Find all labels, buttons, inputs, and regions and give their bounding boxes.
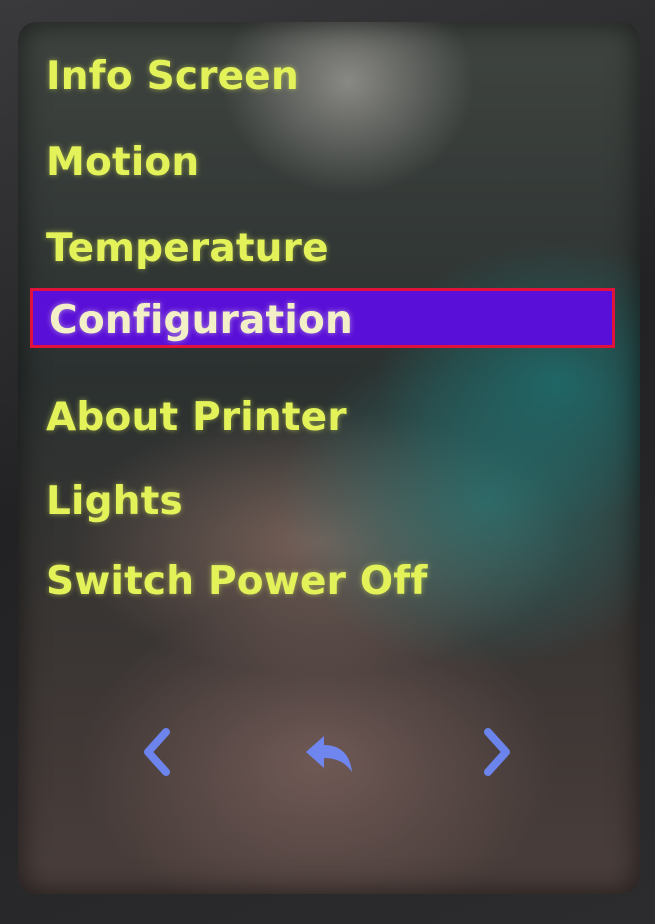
chevron-right-icon	[484, 728, 510, 776]
previous-page-button[interactable]	[128, 722, 188, 782]
device-bezel: Info Screen Motion Temperature Configura…	[0, 0, 655, 924]
back-arrow-icon	[306, 736, 352, 772]
lcd-screen: Info Screen Motion Temperature Configura…	[18, 22, 640, 894]
navigation-bar	[18, 722, 640, 782]
menu-item-info-screen[interactable]: Info Screen	[46, 47, 299, 107]
back-button[interactable]	[298, 722, 358, 782]
chevron-left-icon	[144, 728, 170, 776]
menu-item-switch-power-off[interactable]: Switch Power Off	[46, 552, 428, 612]
menu-item-lights[interactable]: Lights	[46, 472, 183, 532]
menu-item-about-printer[interactable]: About Printer	[46, 388, 347, 448]
menu-item-motion[interactable]: Motion	[46, 133, 199, 193]
next-page-button[interactable]	[466, 722, 526, 782]
menu-item-temperature[interactable]: Temperature	[46, 219, 329, 279]
menu-item-configuration[interactable]: Configuration	[30, 288, 615, 348]
